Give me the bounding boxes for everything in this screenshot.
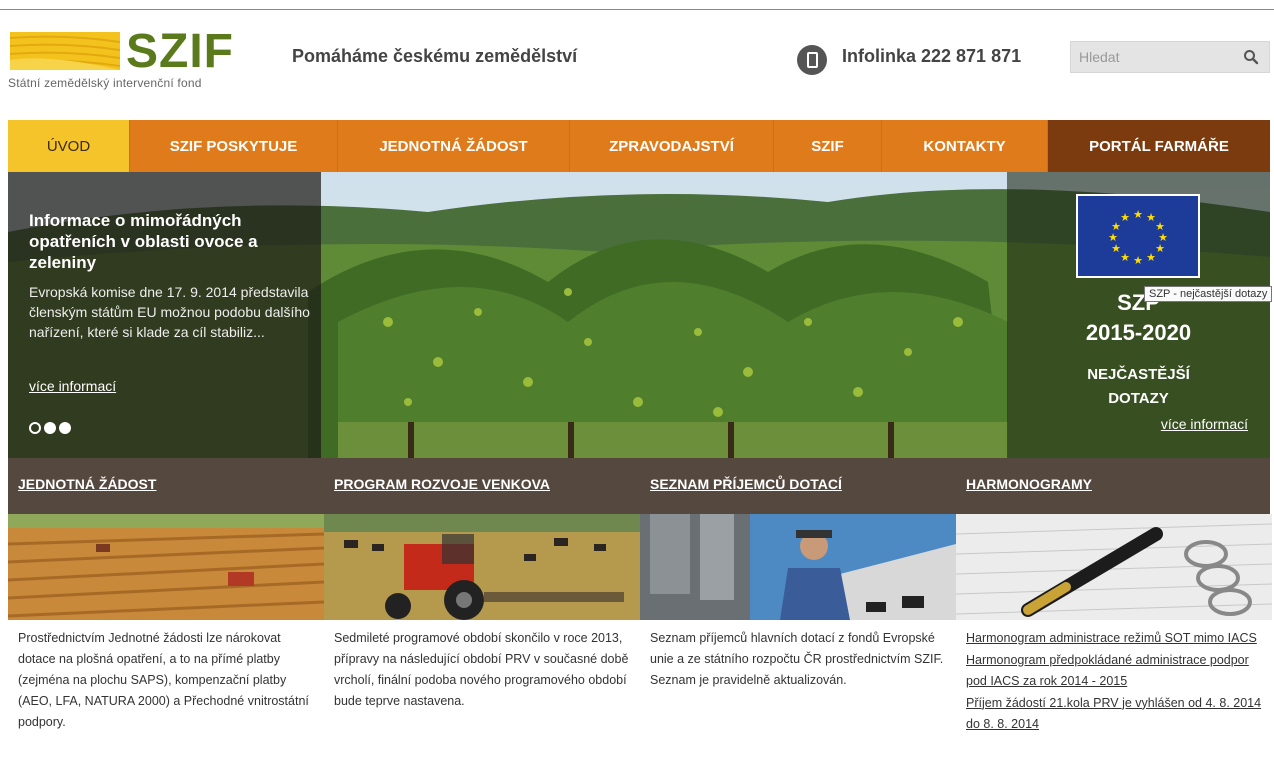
svg-text:★: ★ bbox=[1133, 208, 1143, 221]
svg-text:★: ★ bbox=[1146, 251, 1156, 264]
section-jednotna-zadost: JEDNOTNÁ ŽÁDOST Prostřednictvím Jednotné… bbox=[8, 458, 324, 762]
logo-wordmark: SZIF bbox=[126, 25, 234, 78]
svg-text:★: ★ bbox=[1155, 242, 1165, 255]
section-harmonogramy: HARMONOGRAMY Harmonogram administrace re… bbox=[956, 458, 1272, 762]
search-box bbox=[1070, 41, 1270, 73]
szp-subtitle-1: NEJČASTĚJŠÍ bbox=[1087, 366, 1190, 383]
phone-icon bbox=[797, 45, 827, 75]
fields-logo-icon bbox=[10, 32, 120, 70]
search-icon[interactable] bbox=[1243, 49, 1259, 65]
szp-more-link[interactable]: více informací bbox=[1161, 416, 1248, 432]
nav-item-jednotna-zadost[interactable]: JEDNOTNÁ ŽÁDOST bbox=[338, 120, 570, 172]
search-input[interactable] bbox=[1079, 46, 1239, 68]
section-title-harmonogramy[interactable]: HARMONOGRAMY bbox=[966, 476, 1092, 492]
section-title-jednotna-zadost[interactable]: JEDNOTNÁ ŽÁDOST bbox=[18, 476, 156, 492]
hero-slider: Informace o mimořádných opatřeních v obl… bbox=[8, 172, 1270, 458]
svg-text:★: ★ bbox=[1120, 211, 1130, 224]
pen-notebook-image bbox=[956, 514, 1272, 620]
nav-item-zpravodajstvi[interactable]: ZPRAVODAJSTVÍ bbox=[570, 120, 774, 172]
feature-sections: JEDNOTNÁ ŽÁDOST Prostřednictvím Jednotné… bbox=[8, 458, 1272, 762]
harmonogram-link-iacs[interactable]: Harmonogram předpokládané administrace p… bbox=[966, 650, 1266, 693]
slider-dot-3[interactable] bbox=[59, 422, 71, 434]
section-text-jednotna-zadost: Prostřednictvím Jednotné žádosti lze nár… bbox=[18, 631, 309, 729]
nav-item-uvod[interactable]: ÚVOD bbox=[8, 120, 130, 172]
farmer-image bbox=[640, 514, 956, 620]
harmonogram-links: Harmonogram administrace režimů SOT mimo… bbox=[966, 628, 1266, 736]
section-title-seznam-prijemcu: SEZNAM PŘÍJEMCŮ DOTACÍ bbox=[650, 476, 842, 492]
infolinka-number: Infolinka 222 871 871 bbox=[842, 46, 1022, 66]
nav-item-szif-poskytuje[interactable]: SZIF POSKYTUJE bbox=[130, 120, 338, 172]
logo-subtitle: Státní zemědělský intervenční fond bbox=[8, 76, 202, 90]
nav-item-portal-farmare[interactable]: PORTÁL FARMÁŘE bbox=[1048, 120, 1270, 172]
tooltip: SZP - nejčastější dotazy bbox=[1144, 286, 1273, 302]
szp-years: 2015-2020 bbox=[1085, 320, 1192, 345]
slider-dot-2[interactable] bbox=[44, 422, 56, 434]
svg-text:★: ★ bbox=[1133, 254, 1143, 267]
hero-body: Evropská komise dne 17. 9. 2014 představ… bbox=[29, 284, 310, 340]
nav-item-szif[interactable]: SZIF bbox=[774, 120, 882, 172]
section-title-program-rozvoje-venkova[interactable]: PROGRAM ROZVOJE VENKOVA bbox=[334, 476, 550, 492]
hero-more-link[interactable]: více informací bbox=[29, 378, 116, 394]
field-harvest-image bbox=[8, 514, 324, 620]
eu-flag-icon[interactable]: ★ ★ ★ ★ ★ ★ ★ ★ ★ ★ ★ ★ bbox=[1076, 194, 1200, 278]
tagline: Pomáháme českému zemědělství bbox=[292, 46, 578, 66]
nav-item-kontakty[interactable]: KONTAKTY bbox=[882, 120, 1048, 172]
szp-panel: ★ ★ ★ ★ ★ ★ ★ ★ ★ ★ ★ ★ SZP 2015-2020 NE… bbox=[1007, 172, 1270, 458]
harmonogram-link-prv[interactable]: Příjem žádostí 21.kola PRV je vyhlášen o… bbox=[966, 693, 1266, 736]
hero-headline: Informace o mimořádných opatřeních v obl… bbox=[29, 211, 258, 272]
hero-news-panel: Informace o mimořádných opatřeních v obl… bbox=[8, 172, 321, 458]
site-header: SZIF Státní zemědělský intervenční fond … bbox=[0, 10, 1274, 118]
section-seznam-prijemcu: SEZNAM PŘÍJEMCŮ DOTACÍ Seznam příjemců h… bbox=[640, 458, 956, 762]
harmonogram-link-sot[interactable]: Harmonogram administrace režimů SOT mimo… bbox=[966, 628, 1266, 650]
section-text-seznam-prijemcu: Seznam příjemců hlavních dotací z fondů … bbox=[650, 631, 944, 687]
szif-logo[interactable]: SZIF Státní zemědělský intervenční fond bbox=[8, 25, 238, 102]
szp-subtitle-2: DOTAZY bbox=[1108, 390, 1169, 407]
main-nav: ÚVOD SZIF POSKYTUJE JEDNOTNÁ ŽÁDOST ZPRA… bbox=[8, 120, 1270, 172]
tractor-image bbox=[324, 514, 640, 620]
svg-text:★: ★ bbox=[1120, 251, 1130, 264]
slider-dots bbox=[29, 422, 71, 434]
section-text-program-rozvoje-venkova: Sedmileté programové období skončilo v r… bbox=[334, 631, 629, 708]
slider-dot-1[interactable] bbox=[29, 422, 41, 434]
section-program-rozvoje-venkova: PROGRAM ROZVOJE VENKOVA Sedmileté progra… bbox=[324, 458, 640, 762]
